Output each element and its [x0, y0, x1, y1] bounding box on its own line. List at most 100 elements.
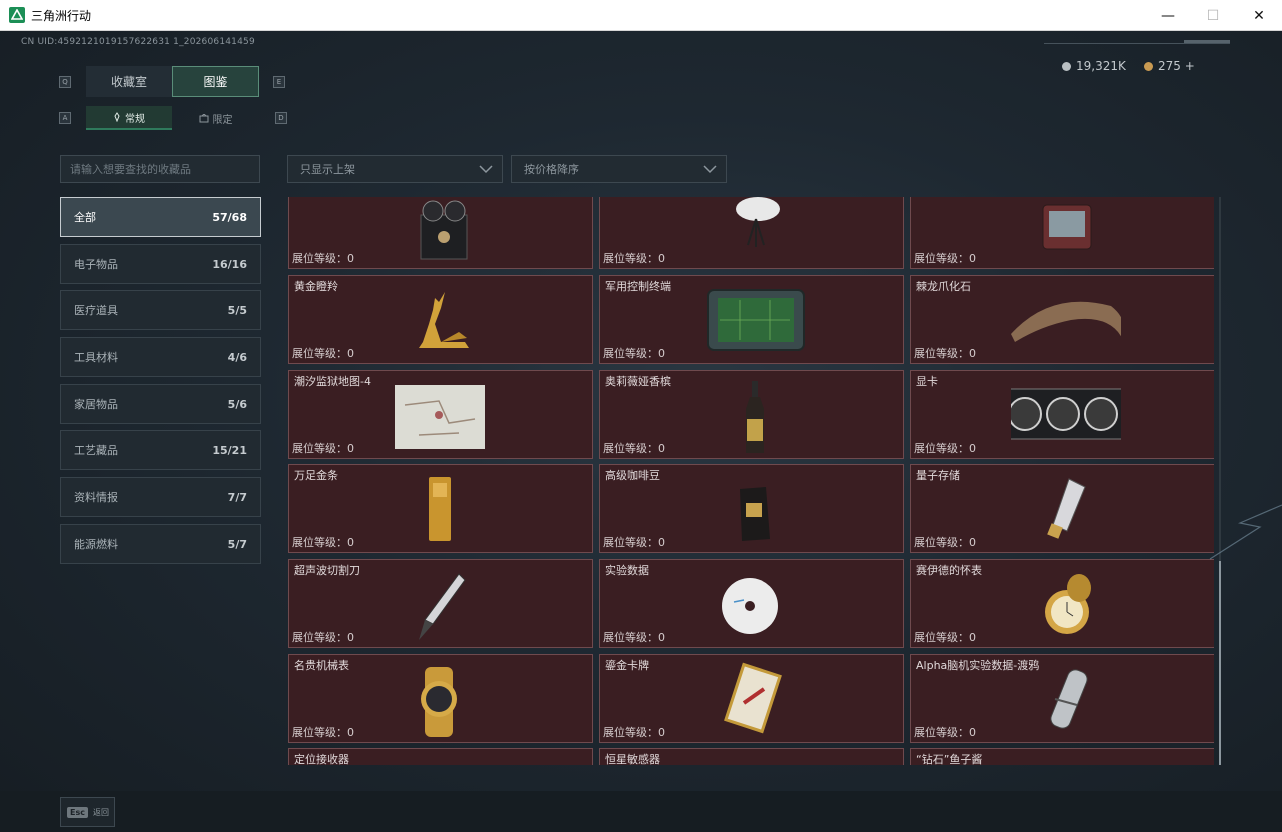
category-energy[interactable]: 能源燃料 5/7 — [60, 524, 261, 564]
category-intel[interactable]: 资料情报 7/7 — [60, 477, 261, 517]
category-count: 5/6 — [227, 397, 247, 411]
cutting-pen-icon — [419, 573, 466, 640]
esc-key-hint: Esc — [67, 806, 88, 818]
category-count: 7/7 — [227, 490, 247, 504]
item-name: 赛伊德的怀表 — [916, 564, 982, 577]
item-name: “钻石”鱼子酱 — [916, 753, 983, 765]
listing-filter-dropdown[interactable]: 只显示上架 — [287, 155, 503, 183]
silver-coin-icon — [1062, 61, 1071, 71]
subtab-limited-label: 限定 — [212, 114, 233, 126]
item-card[interactable]: 黄金瞪羚 展位等级：0 — [288, 275, 593, 364]
item-level: 展位等级：0 — [292, 347, 354, 360]
item-card[interactable]: 恒星敏感器 展位等级：0 — [599, 748, 904, 765]
limited-icon — [199, 113, 208, 122]
category-count: 4/6 — [227, 350, 247, 364]
item-level: 展位等级：0 — [914, 252, 976, 265]
item-card[interactable]: 展位等级：0 — [910, 197, 1214, 269]
item-level: 展位等级：0 — [914, 347, 976, 360]
category-tools[interactable]: 工具材料 4/6 — [60, 337, 261, 377]
top-divider-accent — [1184, 40, 1230, 43]
category-label: 资料情报 — [74, 491, 118, 504]
category-home[interactable]: 家居物品 5/6 — [60, 384, 261, 424]
subtab-limited[interactable]: 限定 — [172, 106, 259, 130]
gold-currency[interactable]: 275 + — [1144, 59, 1195, 73]
category-label: 电子物品 — [74, 258, 118, 271]
item-name: 潮汐监狱地图-4 — [294, 375, 371, 388]
minimize-button[interactable]: — — [1145, 0, 1191, 31]
item-name: 万足金条 — [294, 469, 338, 482]
app-logo-icon — [9, 7, 25, 23]
category-crafts[interactable]: 工艺藏品 15/21 — [60, 430, 261, 470]
silver-amount: 19,321K — [1076, 59, 1126, 73]
item-card[interactable]: 潮汐监狱地图-4 展位等级：0 — [288, 370, 593, 459]
category-count: 5/5 — [227, 303, 247, 317]
item-card[interactable]: 名贵机械表 展位等级：0 — [288, 654, 593, 743]
item-name: 军用控制终端 — [605, 280, 671, 293]
gilded-card-icon — [724, 662, 782, 734]
item-card[interactable]: 定位接收器 展位等级：0 — [288, 748, 593, 765]
item-level: 展位等级：0 — [914, 726, 976, 739]
category-count: 16/16 — [212, 257, 247, 271]
item-name: 恒星敏感器 — [605, 753, 660, 765]
item-card[interactable]: 万足金条 展位等级：0 — [288, 464, 593, 553]
search-input[interactable] — [60, 155, 260, 183]
category-all[interactable]: 全部 57/68 — [60, 197, 261, 237]
item-level: 展位等级：0 — [292, 442, 354, 455]
category-label: 全部 — [74, 211, 96, 224]
item-name: 量子存储 — [916, 469, 960, 482]
item-card[interactable]: 展位等级：0 — [599, 197, 904, 269]
item-level: 展位等级：0 — [292, 726, 354, 739]
item-level: 展位等级：0 — [292, 631, 354, 644]
film-projector-icon — [420, 200, 468, 260]
gold-bar-icon — [429, 477, 451, 541]
item-name: Alpha脑机实验数据-渡鸦 — [916, 659, 1040, 672]
item-card[interactable]: 高级咖啡豆 展位等级：0 — [599, 464, 904, 553]
item-card[interactable]: “钻石”鱼子酱 展位等级：0 — [910, 748, 1214, 765]
item-card[interactable]: 超声波切割刀 展位等级：0 — [288, 559, 593, 648]
item-card[interactable]: 实验数据 展位等级：0 — [599, 559, 904, 648]
item-card[interactable]: 赛伊德的怀表 展位等级：0 — [910, 559, 1214, 648]
item-card[interactable]: Alpha脑机实验数据-渡鸦 展位等级：0 — [910, 654, 1214, 743]
close-button[interactable]: ✕ — [1236, 0, 1282, 31]
key-hint-e: E — [273, 76, 285, 88]
category-label: 家居物品 — [74, 398, 118, 411]
category-label: 工具材料 — [74, 351, 118, 364]
item-name: 显卡 — [916, 375, 938, 388]
back-label: 返回 — [92, 807, 109, 817]
category-count: 15/21 — [212, 443, 247, 457]
silver-currency: 19,321K — [1062, 59, 1126, 73]
item-card[interactable]: 量子存储 展位等级：0 — [910, 464, 1214, 553]
graphics-card-icon — [1011, 388, 1121, 440]
claw-fossil-icon — [1011, 301, 1121, 342]
category-label: 能源燃料 — [74, 538, 118, 551]
sort-dropdown[interactable]: 按价格降序 — [511, 155, 727, 183]
item-card[interactable]: 显卡 展位等级：0 — [910, 370, 1214, 459]
window-titlebar: 三角洲行动 — ☐ ✕ — [0, 0, 1282, 31]
item-card[interactable]: 鎏金卡牌 展位等级：0 — [599, 654, 904, 743]
item-name: 定位接收器 — [294, 753, 349, 765]
category-electronics[interactable]: 电子物品 16/16 — [60, 244, 261, 284]
item-card[interactable]: 棘龙爪化石 展位等级：0 — [910, 275, 1214, 364]
tab-catalog[interactable]: 图鉴 — [172, 66, 259, 97]
pocket-watch-icon — [1045, 574, 1091, 634]
item-card[interactable]: 军用控制终端 展位等级：0 — [599, 275, 904, 364]
category-label: 工艺藏品 — [74, 444, 118, 457]
regular-icon — [114, 112, 120, 122]
category-label: 医疗道具 — [74, 304, 118, 317]
subtab-regular[interactable]: 常规 — [86, 106, 172, 130]
item-level: 展位等级：0 — [603, 252, 665, 265]
item-card[interactable]: 奥莉薇娅香槟 展位等级：0 — [599, 370, 904, 459]
item-level: 展位等级：0 — [603, 536, 665, 549]
disc-icon — [722, 578, 778, 634]
category-count: 5/7 — [227, 537, 247, 551]
grid-scrollbar-thumb[interactable] — [1219, 561, 1221, 765]
usb-drive-icon — [1047, 478, 1086, 539]
category-medical[interactable]: 医疗道具 5/5 — [60, 290, 261, 330]
tab-collection-room[interactable]: 收藏室 — [86, 66, 172, 97]
item-card[interactable]: 展位等级：0 — [288, 197, 593, 269]
subtab-regular-label: 常规 — [125, 113, 145, 125]
back-button[interactable]: Esc 返回 — [60, 797, 115, 827]
maximize-button[interactable]: ☐ — [1190, 0, 1236, 31]
item-level: 展位等级：0 — [603, 726, 665, 739]
item-name: 黄金瞪羚 — [294, 280, 338, 293]
